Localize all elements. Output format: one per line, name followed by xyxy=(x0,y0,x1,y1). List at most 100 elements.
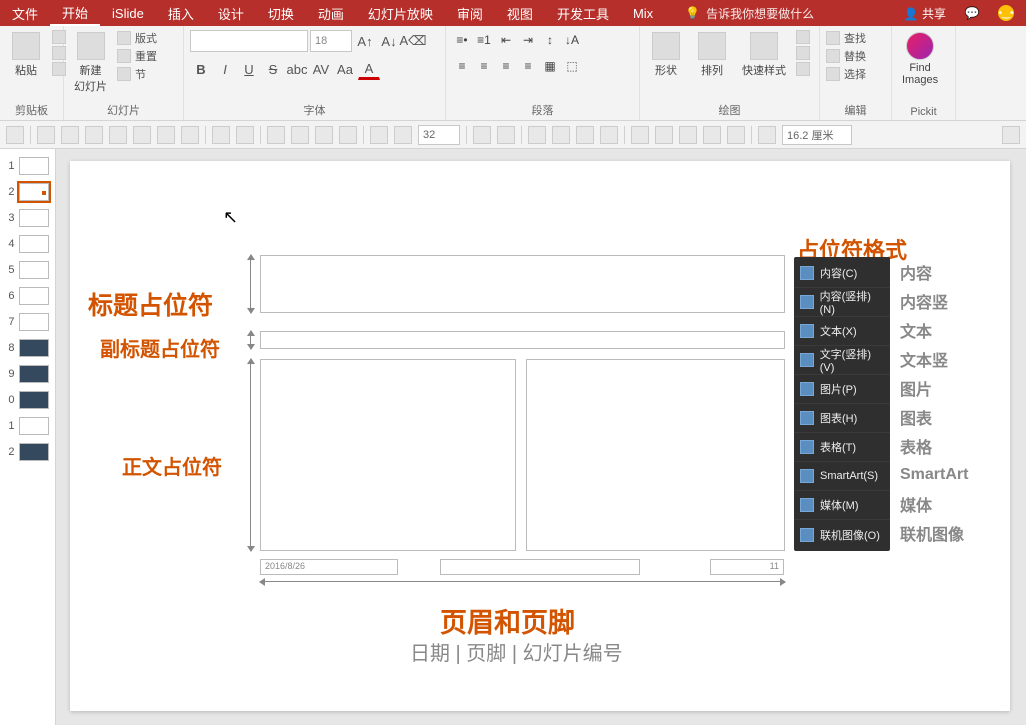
font-color-button[interactable]: A xyxy=(358,58,380,80)
font-family-input[interactable] xyxy=(190,30,308,52)
thumbnail-preview[interactable] xyxy=(19,209,49,227)
tab-transitions[interactable]: 切换 xyxy=(256,0,306,26)
thumbnail-preview[interactable] xyxy=(19,287,49,305)
thumbnail-item[interactable]: 7 xyxy=(7,313,49,331)
convert-smartart-icon[interactable]: ⬚ xyxy=(562,56,582,76)
tb2-icon-16[interactable] xyxy=(394,126,412,144)
new-slide-button[interactable]: 新建 幻灯片 xyxy=(70,30,111,96)
increase-font-icon[interactable]: A↑ xyxy=(354,30,376,52)
thumbnail-preview[interactable] xyxy=(19,417,49,435)
body-placeholder-box-right[interactable] xyxy=(526,359,785,551)
shape-outline-icon[interactable] xyxy=(796,46,810,60)
footer-placeholder-box[interactable] xyxy=(440,559,640,575)
tb2-icon-17[interactable] xyxy=(473,126,491,144)
date-placeholder-box[interactable]: 2016/8/26 xyxy=(260,559,398,575)
arrange-button[interactable]: 排列 xyxy=(692,30,732,80)
select-button[interactable]: 选择 xyxy=(826,66,866,82)
shape-effects-icon[interactable] xyxy=(796,62,810,76)
thumbnail-item[interactable]: 8 xyxy=(7,339,49,357)
tb2-size-input[interactable] xyxy=(782,125,852,145)
tb2-icon-27[interactable] xyxy=(727,126,745,144)
numbering-icon[interactable]: ≡1 xyxy=(474,30,494,50)
strikethrough-button[interactable]: S xyxy=(262,58,284,80)
format-menu-item[interactable]: 表格(T) xyxy=(794,433,890,462)
tb2-icon-22[interactable] xyxy=(600,126,618,144)
thumbnail-preview[interactable] xyxy=(19,261,49,279)
thumbnail-preview[interactable] xyxy=(19,313,49,331)
tb2-icon-3[interactable] xyxy=(61,126,79,144)
tab-file[interactable]: 文件 xyxy=(0,0,50,26)
thumbnail-item[interactable]: 1 xyxy=(7,157,49,175)
tb2-icon-2[interactable] xyxy=(37,126,55,144)
change-case-button[interactable]: Aa xyxy=(334,58,356,80)
align-left-icon[interactable]: ≡ xyxy=(452,56,472,76)
quick-styles-button[interactable]: 快速样式 xyxy=(738,30,790,80)
tb2-icon-1[interactable] xyxy=(6,126,24,144)
tab-developer[interactable]: 开发工具 xyxy=(545,0,621,26)
tb2-icon-20[interactable] xyxy=(552,126,570,144)
line-spacing-icon[interactable]: ↕ xyxy=(540,30,560,50)
thumbnail-preview[interactable] xyxy=(19,157,49,175)
tab-review[interactable]: 审阅 xyxy=(445,0,495,26)
columns-icon[interactable]: ▦ xyxy=(540,56,560,76)
clear-format-icon[interactable]: A⌫ xyxy=(402,30,424,52)
format-menu-item[interactable]: 文本(X) xyxy=(794,317,890,346)
thumbnail-preview[interactable] xyxy=(19,391,49,409)
tb2-icon-21[interactable] xyxy=(576,126,594,144)
format-menu-item[interactable]: SmartArt(S) xyxy=(794,462,890,491)
format-menu-item[interactable]: 内容(竖排)(N) xyxy=(794,288,890,317)
thumbnail-item[interactable]: 4 xyxy=(7,235,49,253)
comment-icon[interactable]: 💬 xyxy=(964,5,980,21)
title-placeholder-box[interactable] xyxy=(260,255,785,313)
bold-button[interactable]: B xyxy=(190,58,212,80)
thumbnail-item[interactable]: 2 xyxy=(7,443,49,461)
tb2-icon-9[interactable] xyxy=(212,126,230,144)
tb2-icon-10[interactable] xyxy=(236,126,254,144)
underline-button[interactable]: U xyxy=(238,58,260,80)
slide-number-placeholder-box[interactable]: 11 xyxy=(710,559,784,575)
tb2-icon-25[interactable] xyxy=(679,126,697,144)
thumbnail-item[interactable]: 3 xyxy=(7,209,49,227)
tb2-icon-24[interactable] xyxy=(655,126,673,144)
indent-increase-icon[interactable]: ⇥ xyxy=(518,30,538,50)
thumbnail-preview[interactable] xyxy=(19,339,49,357)
format-menu-item[interactable]: 媒体(M) xyxy=(794,491,890,520)
format-menu-item[interactable]: 联机图像(O) xyxy=(794,520,890,549)
thumbnail-item[interactable]: 1 xyxy=(7,417,49,435)
find-button[interactable]: 查找 xyxy=(826,30,866,46)
tb2-icon-23[interactable] xyxy=(631,126,649,144)
tab-insert[interactable]: 插入 xyxy=(156,0,206,26)
thumbnail-item[interactable]: 9 xyxy=(7,365,49,383)
thumbnail-item[interactable]: 6 xyxy=(7,287,49,305)
tb2-icon-11[interactable] xyxy=(267,126,285,144)
format-menu-item[interactable]: 文字(竖排)(V) xyxy=(794,346,890,375)
tb2-icon-15[interactable] xyxy=(370,126,388,144)
tb2-icon-4[interactable] xyxy=(85,126,103,144)
italic-button[interactable]: I xyxy=(214,58,236,80)
align-right-icon[interactable]: ≡ xyxy=(496,56,516,76)
align-center-icon[interactable]: ≡ xyxy=(474,56,494,76)
tb2-icon-5[interactable] xyxy=(109,126,127,144)
text-direction-icon[interactable]: ↓A xyxy=(562,30,582,50)
thumbnail-item[interactable]: 5 xyxy=(7,261,49,279)
tb2-icon-13[interactable] xyxy=(315,126,333,144)
format-menu-item[interactable]: 图表(H) xyxy=(794,404,890,433)
thumbnail-preview[interactable] xyxy=(19,235,49,253)
thumbnail-preview[interactable] xyxy=(19,365,49,383)
tb2-overflow-icon[interactable] xyxy=(1002,126,1020,144)
decrease-font-icon[interactable]: A↓ xyxy=(378,30,400,52)
thumbnail-item[interactable]: 0 xyxy=(7,391,49,409)
font-size-input[interactable]: 18 xyxy=(310,30,352,52)
body-placeholder-box-left[interactable] xyxy=(260,359,516,551)
tb2-icon-28[interactable] xyxy=(758,126,776,144)
tb2-icon-26[interactable] xyxy=(703,126,721,144)
replace-button[interactable]: 替换 xyxy=(826,48,866,64)
tab-slideshow[interactable]: 幻灯片放映 xyxy=(356,0,445,26)
share-button[interactable]: 👤 共享 xyxy=(904,5,946,22)
tab-animations[interactable]: 动画 xyxy=(306,0,356,26)
slide-canvas[interactable]: ↖ 占位符格式 标题占位符 副标题占位符 正文占位符 页眉和页脚 日期 | 页脚… xyxy=(70,161,1010,711)
tb2-number-input[interactable] xyxy=(418,125,460,145)
section-button[interactable]: 节 xyxy=(117,66,157,82)
char-spacing-button[interactable]: AV xyxy=(310,58,332,80)
feedback-smiley-icon[interactable]: •‿• xyxy=(998,5,1014,21)
